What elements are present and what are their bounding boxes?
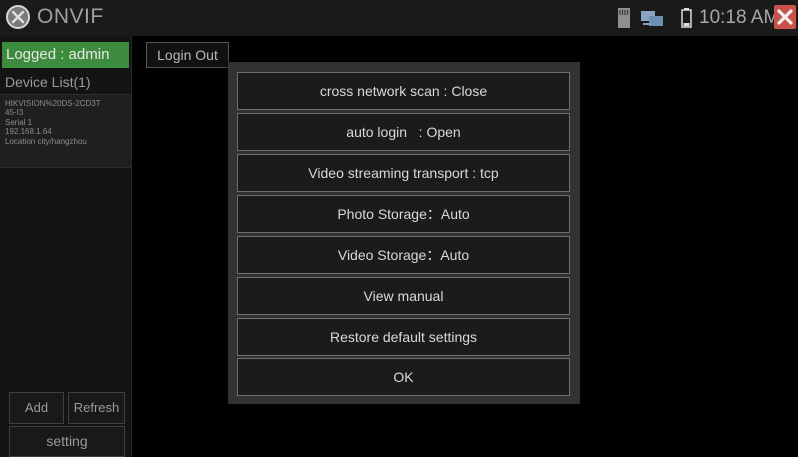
device-name-line2: 45-I3	[5, 108, 24, 118]
video-streaming-transport-option[interactable]: Video streaming transport : tcp	[237, 154, 570, 192]
add-button[interactable]: Add	[9, 392, 64, 424]
sd-card-icon	[618, 8, 630, 28]
device-list-title: Device List(1)	[5, 74, 91, 90]
device-list-item[interactable]: HIKVISION%20DS-2CD3T 45-I3 Serial 1 192.…	[0, 94, 131, 168]
restore-default-settings-option[interactable]: Restore default settings	[237, 318, 570, 356]
close-icon	[777, 9, 793, 25]
device-name-line1: HIKVISION%20DS-2CD3T	[5, 99, 101, 108]
logged-in-badge: Logged : admin	[2, 42, 129, 68]
device-ip: 192.168.1.64	[5, 127, 52, 137]
sidebar: Logged : admin Device List(1) HIKVISION%…	[0, 36, 132, 457]
close-button[interactable]	[774, 5, 796, 29]
device-location: Location city/hangzhou	[5, 136, 87, 146]
app-title: ONVIF	[37, 5, 104, 28]
auto-login-option[interactable]: auto login : Open	[237, 113, 570, 151]
cross-network-scan-option[interactable]: cross network scan : Close	[237, 72, 570, 110]
settings-dialog: cross network scan : Close auto login : …	[228, 62, 580, 404]
status-bar: ONVIF 10:18 AM	[0, 0, 798, 36]
network-icon	[641, 11, 663, 26]
battery-icon	[681, 8, 692, 28]
refresh-button[interactable]: Refresh	[68, 392, 125, 424]
clock: 10:18 AM	[699, 7, 780, 28]
onvif-logo-icon	[6, 5, 30, 29]
device-serial: Serial 1	[5, 117, 33, 127]
photo-storage-option[interactable]: Photo Storage：Auto	[237, 195, 570, 233]
setting-button[interactable]: setting	[9, 426, 125, 457]
video-storage-option[interactable]: Video Storage：Auto	[237, 236, 570, 274]
ok-button[interactable]: OK	[237, 358, 570, 396]
view-manual-option[interactable]: View manual	[237, 277, 570, 315]
login-out-button[interactable]: Login Out	[146, 42, 229, 68]
